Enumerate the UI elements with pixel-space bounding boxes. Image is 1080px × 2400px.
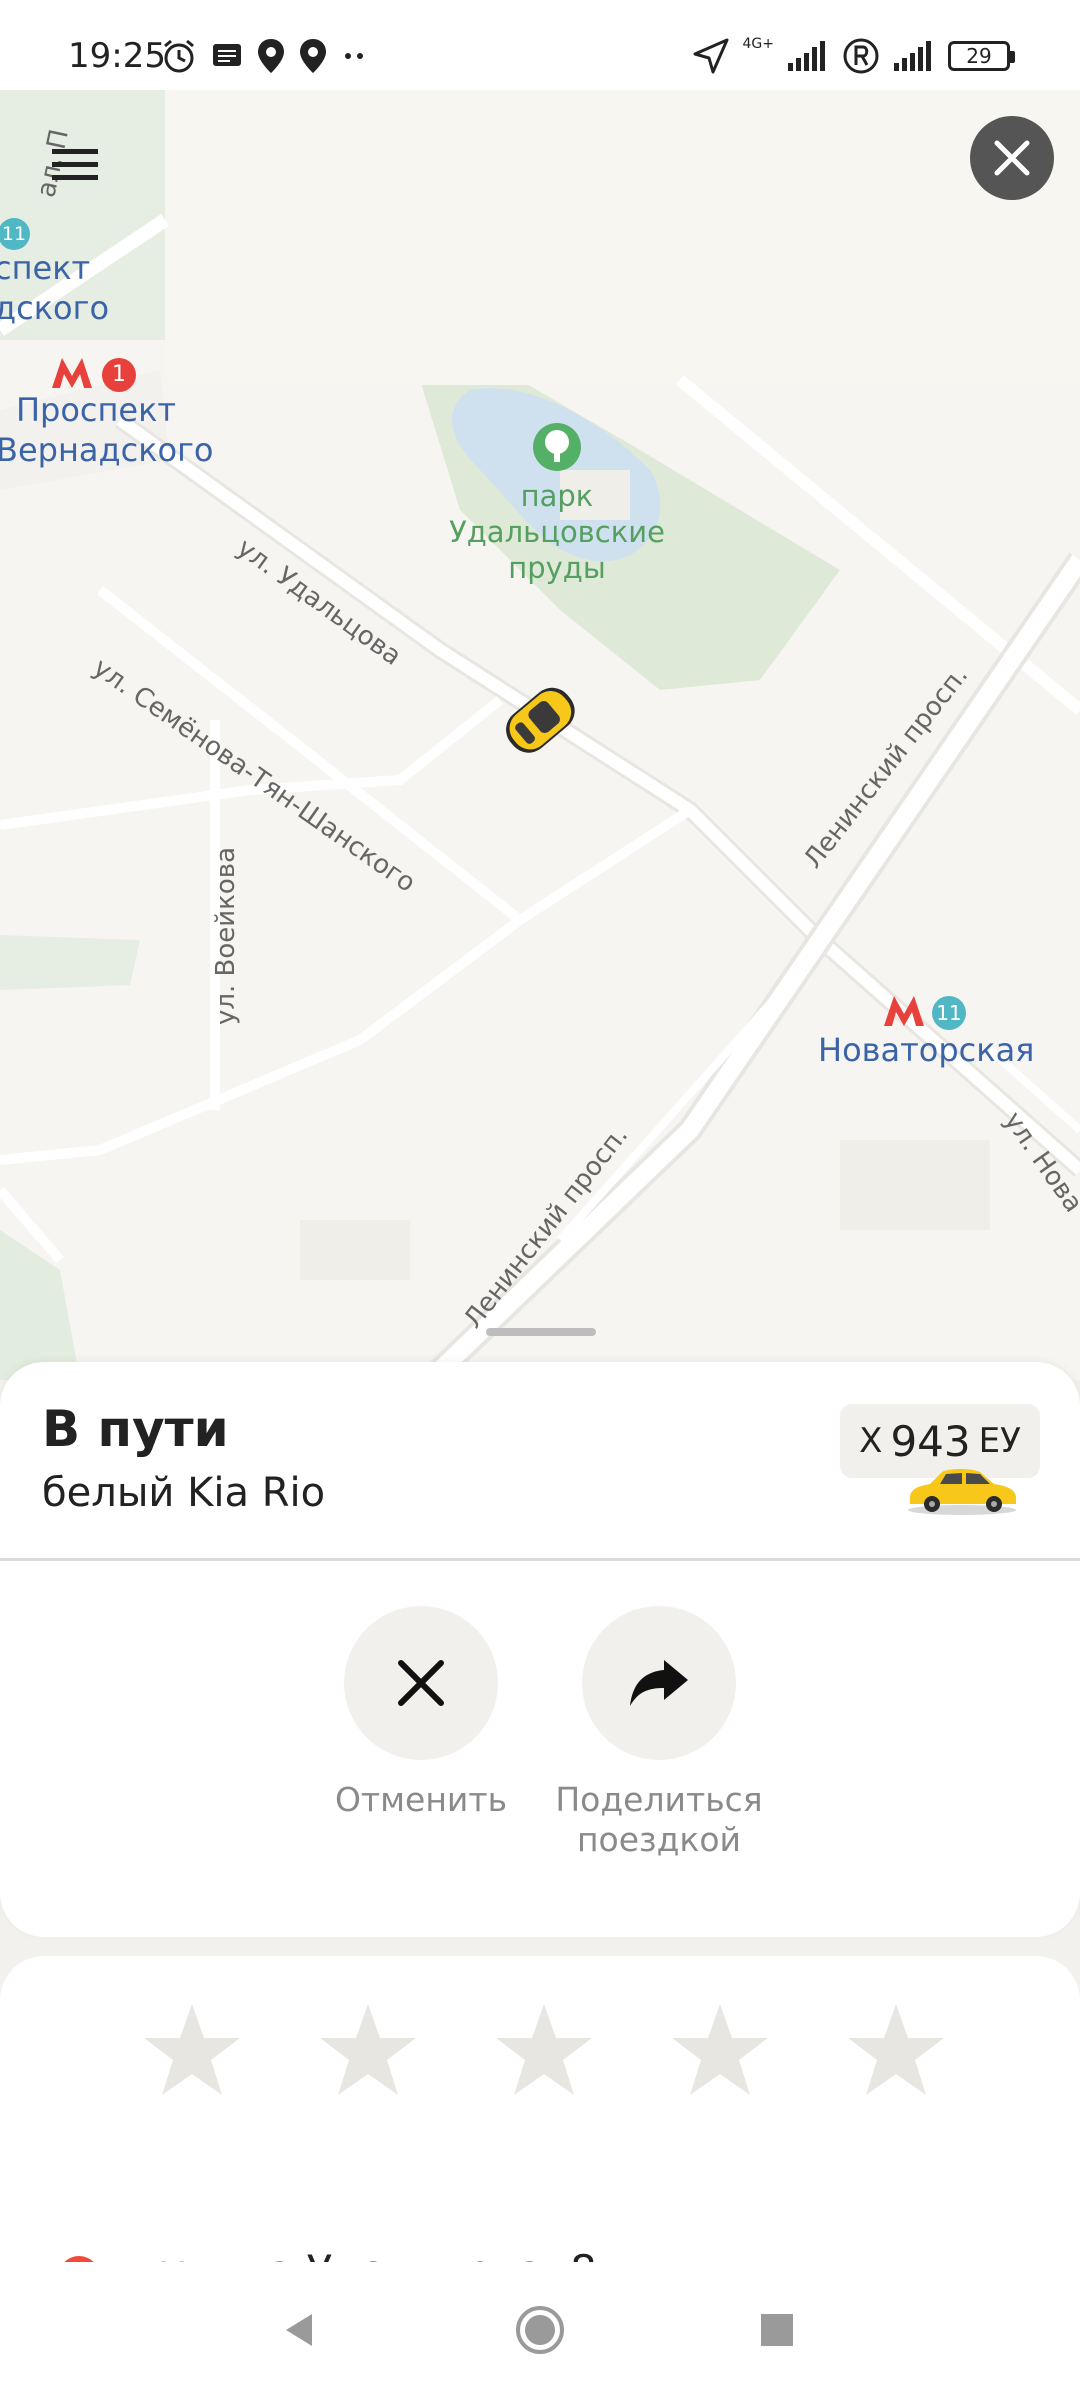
share-ride-button[interactable]: Поделиться поездкой	[539, 1606, 779, 1860]
street-label: ул. Воейкова	[211, 846, 241, 1025]
sheet-drag-handle[interactable]	[486, 1328, 596, 1336]
car-description: белый Kia Rio	[42, 1470, 326, 1516]
metro-station-label: Новаторская	[818, 1031, 1035, 1069]
menu-button[interactable]	[40, 130, 110, 200]
park-label: парк Удальцовские пруды	[449, 479, 665, 585]
signal-icon	[788, 41, 825, 71]
plate-letters: ЕУ	[978, 1421, 1021, 1461]
metro-station-label: спект дского	[0, 249, 110, 327]
alarm-icon	[164, 39, 194, 73]
taxi-car-marker	[506, 687, 575, 753]
location-pin-icon	[300, 39, 326, 73]
ride-status-title: В пути	[42, 1400, 229, 1458]
ride-status-sheet: В пути белый Kia Rio Х 943 ЕУ Отменить П…	[0, 1362, 1080, 1937]
battery-indicator: 29	[948, 41, 1015, 71]
divider	[0, 1558, 1080, 1561]
message-icon	[213, 44, 241, 66]
plate-number: 943	[890, 1416, 971, 1466]
metro-station-label: Проспект Вернадского	[0, 391, 214, 469]
roaming-icon	[843, 38, 879, 74]
status-icons-left	[160, 36, 370, 76]
share-button-circle[interactable]	[582, 1606, 736, 1760]
signal-icon	[894, 41, 931, 71]
back-triangle-icon	[286, 2314, 312, 2346]
star-icon[interactable]	[846, 2000, 946, 2100]
location-pin-icon	[258, 39, 284, 73]
star-icon[interactable]	[318, 2000, 418, 2100]
system-nav-bar	[0, 2262, 1080, 2400]
status-icons-right: 4G+ 29	[691, 36, 1015, 76]
hamburger-menu-icon	[52, 149, 98, 180]
metro-line-badge: 11	[932, 996, 966, 1030]
cancel-label: Отменить	[334, 1780, 508, 1819]
close-icon	[994, 140, 1030, 176]
map[interactable]: 1 Проспект Вернадского 11 спект дского 1…	[0, 90, 1080, 1380]
metro-line-badge: 1	[102, 358, 136, 392]
cancel-button-circle[interactable]	[344, 1606, 498, 1760]
rating-stars	[142, 2000, 946, 2100]
home-circle-icon	[516, 2306, 564, 2354]
home-button[interactable]	[508, 2298, 572, 2362]
recents-square-icon	[761, 2314, 793, 2346]
status-bar: 19:25 4G+ 29	[0, 0, 1080, 90]
taxi-car-icon	[908, 1469, 1016, 1515]
more-dots-icon	[345, 53, 363, 59]
star-icon[interactable]	[494, 2000, 594, 2100]
share-arrow-icon	[630, 1660, 688, 1706]
star-icon[interactable]	[142, 2000, 242, 2100]
status-time: 19:25	[68, 36, 166, 76]
metro-icon	[50, 356, 94, 394]
share-label: Поделиться поездкой	[555, 1780, 763, 1859]
star-icon[interactable]	[670, 2000, 770, 2100]
plate-letter: Х	[859, 1421, 883, 1461]
network-type: 4G+	[742, 36, 775, 52]
back-button[interactable]	[268, 2298, 332, 2362]
screen: 19:25 4G+ 29 1 Проспект Вернадского 11 с…	[0, 0, 1080, 2400]
metro-icon	[882, 994, 926, 1032]
close-icon	[398, 1660, 444, 1706]
recents-button[interactable]	[745, 2298, 809, 2362]
navigation-arrow-icon	[693, 38, 728, 74]
close-button[interactable]	[970, 116, 1054, 200]
cancel-ride-button[interactable]: Отменить	[301, 1606, 541, 1820]
